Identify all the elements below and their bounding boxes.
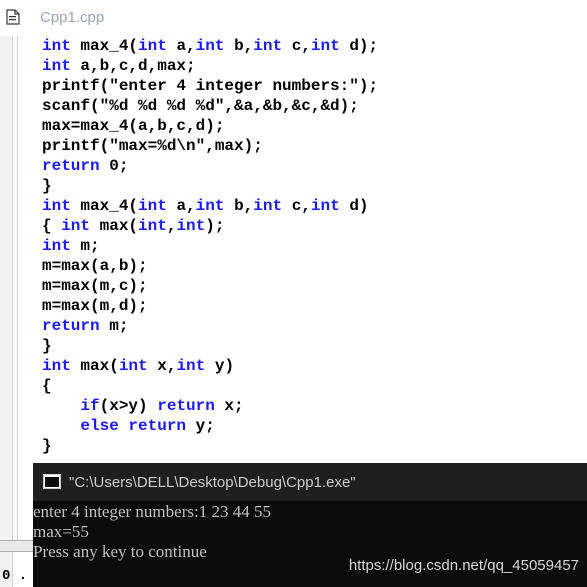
code-line: max=max_4(a,b,c,d);	[42, 116, 224, 136]
code-line: printf("enter 4 integer numbers:");	[42, 76, 378, 96]
code-keyword: int	[253, 197, 283, 215]
code-line: int max_4(int a,int b,int c,int d);	[42, 36, 378, 56]
console-titlebar[interactable]: "C:\Users\DELL\Desktop\Debug\Cpp1.exe"	[33, 463, 587, 501]
code-token: a,	[166, 197, 196, 215]
code-token: max(	[90, 217, 139, 235]
code-token: m;	[70, 237, 100, 255]
code-keyword: if	[80, 397, 100, 415]
code-token: x,	[147, 357, 177, 375]
code-keyword: else	[80, 417, 119, 435]
code-token: m=max(m,d);	[42, 297, 148, 315]
code-line: int m;	[42, 236, 100, 256]
code-token: d)	[339, 197, 369, 215]
code-keyword: int	[42, 237, 71, 255]
code-token: }	[42, 437, 52, 455]
code-keyword: return	[42, 317, 100, 335]
code-token: scanf("%d %d %d %d",&a,&b,&c,&d);	[42, 97, 359, 115]
code-token: (x>y)	[99, 397, 158, 415]
cpp-file-icon	[6, 9, 20, 25]
code-line: }	[42, 436, 52, 456]
code-token: ,	[166, 217, 177, 235]
code-keyword: int	[42, 357, 71, 375]
code-token: printf("enter 4 integer numbers:");	[42, 77, 379, 95]
code-token: y)	[205, 357, 235, 375]
background-window-edge	[0, 540, 33, 552]
code-token: }	[42, 177, 52, 195]
code-token: c,	[282, 197, 311, 215]
code-line: m=max(a,b);	[42, 256, 148, 276]
watermark: https://blog.csdn.net/qq_45059457	[348, 557, 579, 574]
code-line: if(x>y) return x;	[42, 396, 244, 416]
console-output-line: enter 4 integer numbers:1 23 44 55	[33, 502, 271, 521]
code-line: }	[42, 176, 52, 196]
code-keyword: int	[138, 37, 167, 55]
code-line: { int max(int,int);	[42, 216, 224, 236]
code-line: int max(int x,int y)	[42, 356, 234, 376]
code-token: b,	[224, 197, 254, 215]
code-keyword: int	[42, 37, 71, 55]
code-token: b,	[224, 37, 254, 55]
code-line: m=max(m,d);	[42, 296, 148, 316]
code-token: max=max_4(a,b,c,d);	[42, 117, 225, 135]
code-line: printf("max=%d\n",max);	[42, 136, 263, 156]
code-keyword: int	[310, 37, 340, 55]
code-keyword: int	[42, 57, 71, 75]
code-line: {	[42, 376, 52, 396]
code-token: );	[205, 217, 225, 235]
code-token: a,	[166, 37, 196, 55]
code-keyword: return	[42, 157, 100, 175]
code-keyword: int	[42, 197, 71, 215]
code-keyword: int	[176, 357, 206, 375]
code-token: x;	[214, 397, 244, 415]
code-token: m=max(m,c);	[42, 277, 148, 295]
code-line: return m;	[42, 316, 128, 336]
code-line: return 0;	[42, 156, 128, 176]
code-keyword: int	[176, 217, 206, 235]
code-line: m=max(m,c);	[42, 276, 148, 296]
console-app-icon	[43, 474, 61, 489]
code-keyword: int	[310, 197, 340, 215]
console-window[interactable]: "C:\Users\DELL\Desktop\Debug\Cpp1.exe" e…	[33, 463, 587, 587]
code-keyword: int	[195, 37, 225, 55]
editor-tab[interactable]: Cpp1.cpp	[0, 0, 587, 37]
code-token: c,	[282, 37, 311, 55]
code-token: m;	[99, 317, 129, 335]
background-window-text: 0 .	[2, 568, 28, 584]
code-keyword: int	[61, 217, 91, 235]
code-token: y;	[186, 417, 215, 435]
code-token: max(	[70, 357, 119, 375]
code-token: 0;	[99, 157, 129, 175]
code-keyword: return	[157, 397, 215, 415]
code-keyword: return	[128, 417, 187, 435]
code-keyword: int	[195, 197, 225, 215]
code-line: int a,b,c,d,max;	[42, 56, 196, 76]
code-token: max_4(	[70, 37, 139, 55]
console-title: "C:\Users\DELL\Desktop\Debug\Cpp1.exe"	[69, 474, 356, 491]
code-token: }	[42, 337, 52, 355]
code-line: scanf("%d %d %d %d",&a,&b,&c,&d);	[42, 96, 359, 116]
code-line: else return y;	[42, 416, 215, 436]
code-token: max_4(	[70, 197, 139, 215]
console-output-line: Press any key to continue	[33, 542, 207, 561]
code-keyword: int	[118, 357, 148, 375]
code-token: a,b,c,d,max;	[70, 57, 196, 75]
code-token: {	[42, 377, 52, 395]
code-keyword: int	[253, 37, 283, 55]
code-line: int max_4(int a,int b,int c,int d)	[42, 196, 369, 216]
code-editor[interactable]: int max_4(int a,int b,int c,int d); int a…	[18, 36, 587, 466]
code-token: d);	[339, 37, 379, 55]
file-title: Cpp1.cpp	[40, 9, 105, 26]
code-keyword: int	[138, 197, 167, 215]
console-output-line: max=55	[33, 522, 89, 541]
code-token: printf("max=%d\n",max);	[42, 137, 263, 155]
code-token: m=max(a,b);	[42, 257, 148, 275]
code-keyword: int	[138, 217, 167, 235]
code-line: }	[42, 336, 52, 356]
code-token: {	[42, 217, 62, 235]
